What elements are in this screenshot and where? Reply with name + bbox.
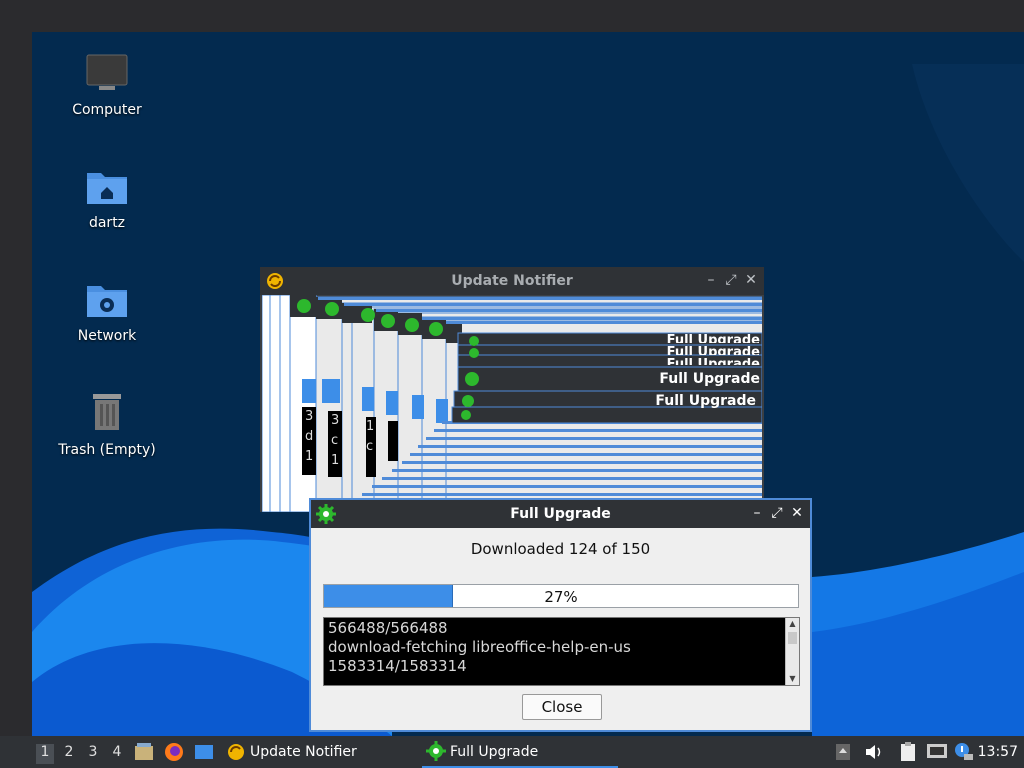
log-line: 566488/566488	[328, 619, 448, 637]
download-status: Downloaded 124 of 150	[470, 540, 651, 558]
desktop-icon-home[interactable]: dartz	[52, 167, 162, 231]
workspace-2[interactable]: 2	[60, 744, 78, 764]
stacked-dialogs: Full Upgrade Full Upgrade Full Upgrade F…	[262, 295, 762, 512]
workspace-4[interactable]: 4	[108, 744, 126, 764]
close-button[interactable]: ✕	[788, 504, 806, 522]
progress-text: 27%	[544, 588, 578, 606]
minimize-button[interactable]: –	[748, 504, 766, 522]
task-full-upgrade[interactable]: Full Upgrade	[422, 736, 618, 768]
close-dialog-button[interactable]: Close	[522, 694, 602, 720]
stacked-log-fragment: 1	[366, 419, 375, 434]
tray-arrow-icon[interactable]	[834, 742, 852, 766]
log-line: 1583314/1583314	[328, 657, 467, 675]
stacked-log-fragment: 1	[331, 453, 340, 468]
update-available-icon[interactable]	[954, 742, 974, 766]
desktop-icon-network[interactable]: Network	[52, 280, 162, 344]
window-title: Full Upgrade	[510, 506, 611, 522]
task-label: Update Notifier	[250, 744, 357, 760]
titlebar[interactable]: Update Notifier – ⤢ ✕	[260, 267, 764, 295]
task-update-notifier[interactable]: Update Notifier	[226, 736, 406, 768]
desktop-icon-label: Trash (Empty)	[58, 442, 156, 458]
stacked-log-fragment: d	[305, 429, 314, 444]
stacked-title: Full Upgrade	[655, 393, 756, 409]
workspace-1[interactable]: 1	[36, 744, 54, 764]
stacked-title: Full Upgrade	[666, 333, 760, 343]
desktop-icon-computer[interactable]: Computer	[52, 54, 162, 118]
desktop-icon-label: dartz	[88, 215, 126, 231]
clock[interactable]: 13:57	[978, 744, 1018, 760]
home-folder-icon	[52, 167, 162, 209]
file-manager-icon[interactable]	[134, 742, 154, 766]
maximize-button[interactable]: ⤢	[768, 504, 786, 522]
update-notifier-window[interactable]: Update Notifier – ⤢ ✕ Full Upgrade Full …	[260, 267, 764, 512]
titlebar[interactable]: Full Upgrade – ⤢ ✕	[311, 500, 810, 528]
log-line: download-fetching libreoffice-help-en-us	[328, 638, 631, 656]
full-upgrade-window[interactable]: Full Upgrade – ⤢ ✕ Downloaded 124 of 150…	[309, 498, 812, 732]
desktop-icon-label: Computer	[72, 102, 142, 118]
network-folder-icon	[52, 280, 162, 322]
vertical-scrollbar[interactable]: ▲ ▼	[785, 618, 799, 685]
stacked-title: Full Upgrade	[666, 345, 760, 355]
firefox-icon[interactable]	[164, 742, 184, 766]
desktop-icon-label: Network	[77, 328, 137, 344]
volume-icon[interactable]	[864, 742, 884, 766]
maximize-button[interactable]: ⤢	[722, 271, 740, 289]
stacked-title: Full Upgrade	[666, 357, 760, 365]
scroll-thumb[interactable]	[788, 632, 797, 644]
stacked-log-fragment: 1	[305, 449, 314, 464]
task-label: Full Upgrade	[450, 744, 539, 760]
stacked-log-fragment: 3	[305, 409, 314, 424]
workspace-3[interactable]: 3	[84, 744, 102, 764]
scroll-up-icon[interactable]: ▲	[786, 618, 799, 630]
taskbar: 1 2 3 4 Update Notifier Full Upgrade 13:…	[0, 736, 1024, 768]
stacked-title: Full Upgrade	[659, 371, 760, 387]
show-desktop-icon[interactable]	[194, 742, 214, 766]
window-title: Update Notifier	[451, 273, 573, 289]
stacked-log-fragment: 3	[331, 413, 340, 428]
trash-icon	[52, 392, 162, 436]
close-button[interactable]: ✕	[742, 271, 760, 289]
gear-icon	[426, 741, 446, 765]
stacked-log-fragment: c	[366, 439, 374, 454]
minimize-button[interactable]: –	[702, 271, 720, 289]
network-icon[interactable]	[926, 742, 948, 766]
scroll-down-icon[interactable]: ▼	[786, 673, 799, 685]
update-notifier-icon	[226, 742, 246, 766]
computer-icon	[52, 54, 162, 96]
clipboard-icon[interactable]	[898, 742, 918, 766]
progress-bar: 27%	[323, 584, 799, 608]
stacked-log-fragment: c	[331, 433, 339, 448]
desktop-icon-trash[interactable]: Trash (Empty)	[52, 392, 162, 458]
log-output[interactable]: 566488/566488 download-fetching libreoff…	[323, 617, 800, 686]
